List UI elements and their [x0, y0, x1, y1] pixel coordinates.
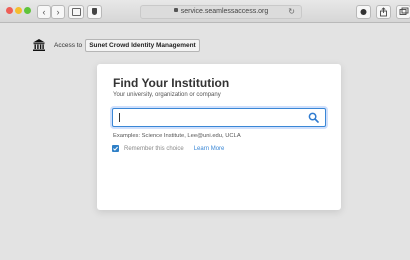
close-window-button[interactable]	[6, 7, 13, 14]
search-examples: Examples: Science Institute, Lee@uni.edu…	[113, 133, 241, 139]
checkmark-icon	[113, 146, 118, 151]
text-caret	[119, 113, 120, 122]
tabs-icon	[399, 7, 409, 15]
page-subtitle: Your university, organization or company	[113, 92, 221, 98]
remember-choice-row: Remember this choice Learn More	[112, 145, 224, 152]
minimize-window-button[interactable]	[15, 7, 22, 14]
chevron-left-icon: ‹	[42, 7, 46, 17]
service-name-badge: Sunet Crowd Identity Management	[85, 38, 200, 52]
access-to-label: Access to	[54, 41, 83, 49]
back-button[interactable]: ‹	[37, 5, 51, 19]
address-bar[interactable]: service.seamlessaccess.org ↻	[140, 5, 302, 19]
search-icon[interactable]	[308, 112, 319, 123]
learn-more-link[interactable]: Learn More	[194, 146, 225, 152]
forward-button[interactable]: ›	[51, 5, 65, 19]
zoom-window-button[interactable]	[24, 7, 31, 14]
share-icon	[380, 7, 387, 17]
chevron-right-icon: ›	[56, 7, 60, 17]
lock-icon	[173, 8, 178, 13]
privacy-button[interactable]	[87, 5, 102, 19]
extension-button[interactable]	[356, 5, 371, 19]
reload-icon[interactable]: ↻	[288, 6, 295, 18]
sidebar-toggle-button[interactable]	[68, 5, 84, 19]
shield-icon	[92, 8, 97, 15]
tabs-overview-button[interactable]	[396, 5, 410, 19]
access-bar: Access to Sunet Crowd Identity Managemen…	[32, 38, 200, 52]
page-title: Find Your Institution	[113, 76, 230, 90]
institution-finder-card: Find Your Institution Your university, o…	[97, 64, 341, 210]
share-button[interactable]	[376, 5, 391, 19]
sidebar-icon	[72, 8, 81, 16]
remember-choice-label: Remember this choice	[124, 145, 184, 152]
record-icon	[360, 9, 367, 15]
browser-toolbar: ‹ › service.seamlessaccess.org ↻	[0, 0, 410, 23]
remember-choice-checkbox[interactable]	[112, 145, 119, 152]
address-bar-url: service.seamlessaccess.org	[180, 8, 269, 15]
institution-icon	[33, 39, 45, 51]
institution-search-input[interactable]	[112, 108, 326, 127]
